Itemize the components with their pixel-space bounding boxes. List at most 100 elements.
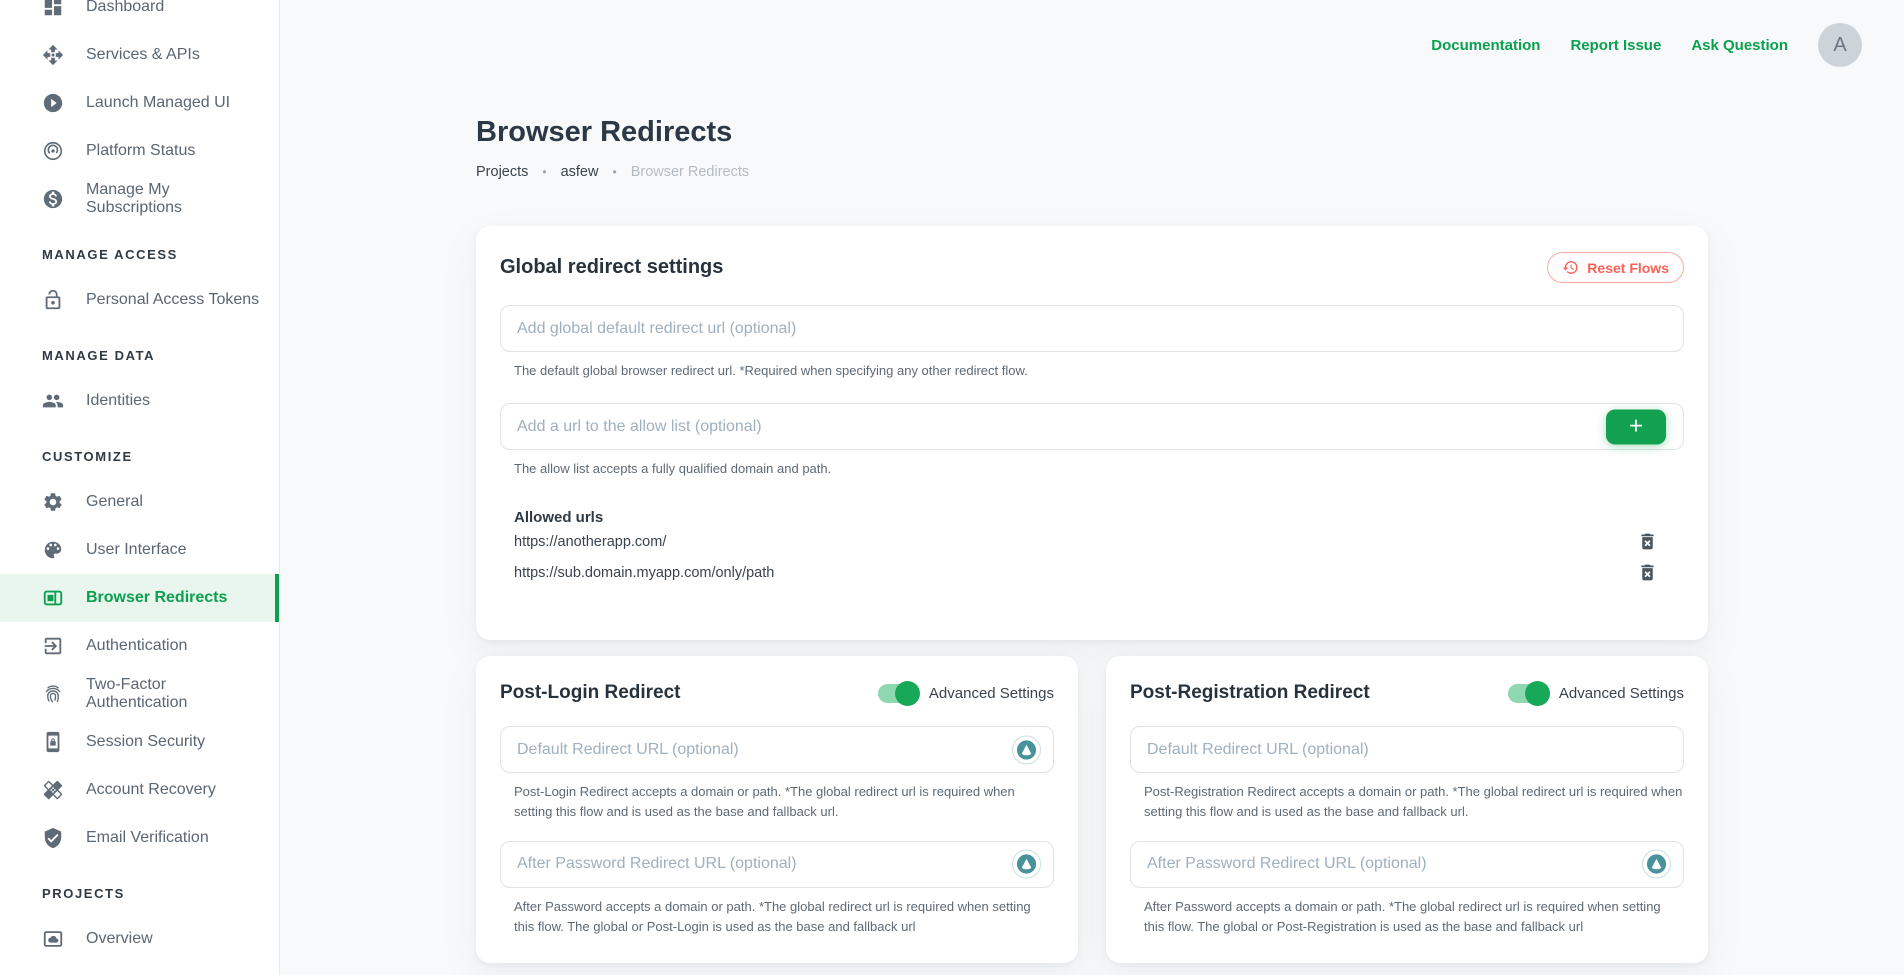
palette-icon (42, 539, 64, 561)
sidebar-section-manage-access: MANAGE ACCESS (0, 223, 279, 276)
toggle-knob (895, 681, 920, 706)
sidebar-item-launch-managed-ui[interactable]: Launch Managed UI (0, 79, 279, 127)
documentation-link[interactable]: Documentation (1431, 37, 1540, 54)
reset-flows-label: Reset Flows (1587, 260, 1669, 276)
play-circle-icon (42, 92, 64, 114)
report-issue-link[interactable]: Report Issue (1570, 37, 1661, 54)
sidebar-item-session-security[interactable]: Session Security (0, 718, 279, 766)
sidebar-item-label: Two-Factor Authentication (86, 676, 267, 712)
breadcrumb-separator: • (542, 165, 546, 179)
breadcrumb-projects[interactable]: Projects (476, 164, 528, 180)
services-icon (42, 44, 64, 66)
allowed-url-row: https://sub.domain.myapp.com/only/path (514, 557, 1658, 588)
global-redirect-settings-card: Global redirect settings Reset Flows The… (476, 226, 1708, 640)
allowed-url-row: https://anotherapp.com/ (514, 526, 1658, 557)
history-icon (1562, 259, 1579, 276)
cloud-frame-icon (42, 928, 64, 950)
people-icon (42, 390, 64, 412)
sidebar-item-two-factor-authentication[interactable]: Two-Factor Authentication (0, 670, 279, 718)
sidebar-item-browser-redirects[interactable]: Browser Redirects (0, 574, 279, 622)
sidebar-item-account-recovery[interactable]: Account Recovery (0, 766, 279, 814)
browser-window-icon (42, 587, 64, 609)
sidebar-item-identities[interactable]: Identities (0, 377, 279, 425)
trash-icon (1637, 531, 1658, 552)
post-registration-after-password-variable-button[interactable] (1642, 850, 1671, 879)
breadcrumb: Projects • asfew • Browser Redirects (476, 164, 1708, 180)
allow-list-help: The allow list accepts a fully qualified… (514, 459, 1684, 479)
sidebar-item-label: Dashboard (86, 0, 164, 16)
post-registration-after-password-url-input[interactable] (1130, 841, 1684, 888)
sidebar-item-user-interface[interactable]: User Interface (0, 526, 279, 574)
global-card-title: Global redirect settings (500, 256, 723, 279)
sidebar-item-general[interactable]: General (0, 478, 279, 526)
page-title: Browser Redirects (476, 116, 1708, 149)
post-registration-default-help: Post-Registration Redirect accepts a dom… (1144, 782, 1684, 822)
post-registration-default-url-input[interactable] (1130, 726, 1684, 773)
mountain-icon (1015, 738, 1038, 761)
allowed-urls-title: Allowed urls (514, 509, 1684, 526)
post-login-title: Post-Login Redirect (500, 682, 681, 704)
allowed-url-text: https://sub.domain.myapp.com/only/path (514, 565, 774, 581)
post-login-default-url-input[interactable] (500, 726, 1054, 773)
sidebar-section-customize: CUSTOMIZE (0, 425, 279, 478)
sidebar-item-services-apis[interactable]: Services & APIs (0, 31, 279, 79)
sidebar-section-manage-data: MANAGE DATA (0, 324, 279, 377)
sidebar-item-manage-my-subscriptions[interactable]: Manage My Subscriptions (0, 175, 279, 223)
sidebar-item-platform-status[interactable]: Platform Status (0, 127, 279, 175)
breadcrumb-project-name[interactable]: asfew (561, 164, 599, 180)
avatar[interactable]: A (1818, 23, 1862, 67)
gear-icon (42, 491, 64, 513)
sidebar-item-label: General (86, 493, 143, 511)
toggle-knob (1525, 681, 1550, 706)
mountain-icon (1645, 853, 1668, 876)
post-login-after-password-url-input[interactable] (500, 841, 1054, 888)
add-url-button[interactable]: + (1606, 409, 1666, 444)
dollar-circle-icon (42, 188, 64, 210)
sidebar-nav: Dashboard Services & APIs Launch Managed… (0, 0, 279, 963)
allow-list-url-input[interactable] (500, 403, 1684, 450)
sidebar-item-label: Platform Status (86, 142, 195, 160)
global-default-help: The default global browser redirect url.… (514, 361, 1684, 381)
post-registration-redirect-card: Post-Registration Redirect Advanced Sett… (1106, 656, 1708, 963)
sidebar-item-label: Services & APIs (86, 46, 200, 64)
sidebar-item-label: Authentication (86, 637, 187, 655)
dashboard-icon (42, 0, 64, 18)
sidebar-item-label: User Interface (86, 541, 186, 559)
sidebar-section-projects: PROJECTS (0, 862, 279, 915)
sidebar-item-email-verification[interactable]: Email Verification (0, 814, 279, 862)
sidebar-item-authentication[interactable]: Authentication (0, 622, 279, 670)
post-login-advanced-toggle[interactable] (878, 684, 918, 703)
sidebar-item-label: Session Security (86, 733, 205, 751)
post-registration-toggle-label: Advanced Settings (1559, 685, 1684, 702)
topbar: Documentation Report Issue Ask Question … (280, 0, 1904, 90)
mountain-icon (1015, 853, 1038, 876)
sidebar-item-label: Manage My Subscriptions (86, 181, 267, 217)
post-registration-title: Post-Registration Redirect (1130, 682, 1370, 704)
delete-url-button[interactable] (1637, 531, 1658, 552)
trash-icon (1637, 562, 1658, 583)
delete-url-button[interactable] (1637, 562, 1658, 583)
post-login-default-url-variable-button[interactable] (1012, 735, 1041, 764)
sidebar-item-dashboard[interactable]: Dashboard (0, 0, 279, 31)
breadcrumb-separator: • (612, 165, 616, 179)
sidebar-item-label: Account Recovery (86, 781, 216, 799)
post-registration-advanced-toggle[interactable] (1508, 684, 1548, 703)
allowed-url-text: https://anotherapp.com/ (514, 534, 666, 550)
phone-lock-icon (42, 731, 64, 753)
content-container: Browser Redirects Projects • asfew • Bro… (476, 0, 1708, 963)
post-login-after-password-variable-button[interactable] (1012, 850, 1041, 879)
shield-check-icon (42, 827, 64, 849)
sidebar-item-personal-access-tokens[interactable]: Personal Access Tokens (0, 276, 279, 324)
fingerprint-icon (42, 683, 64, 705)
main-area: Documentation Report Issue Ask Question … (280, 0, 1904, 975)
sidebar-item-overview[interactable]: Overview (0, 915, 279, 963)
reset-flows-button[interactable]: Reset Flows (1547, 252, 1684, 283)
global-default-redirect-url-input[interactable] (500, 305, 1684, 352)
post-registration-after-password-help: After Password accepts a domain or path.… (1144, 897, 1684, 937)
post-login-toggle-label: Advanced Settings (929, 685, 1054, 702)
sidebar-item-label: Personal Access Tokens (86, 291, 259, 309)
podcast-icon (42, 140, 64, 162)
sidebar-item-label: Email Verification (86, 829, 209, 847)
sidebar-item-label: Browser Redirects (86, 589, 227, 607)
ask-question-link[interactable]: Ask Question (1691, 37, 1788, 54)
